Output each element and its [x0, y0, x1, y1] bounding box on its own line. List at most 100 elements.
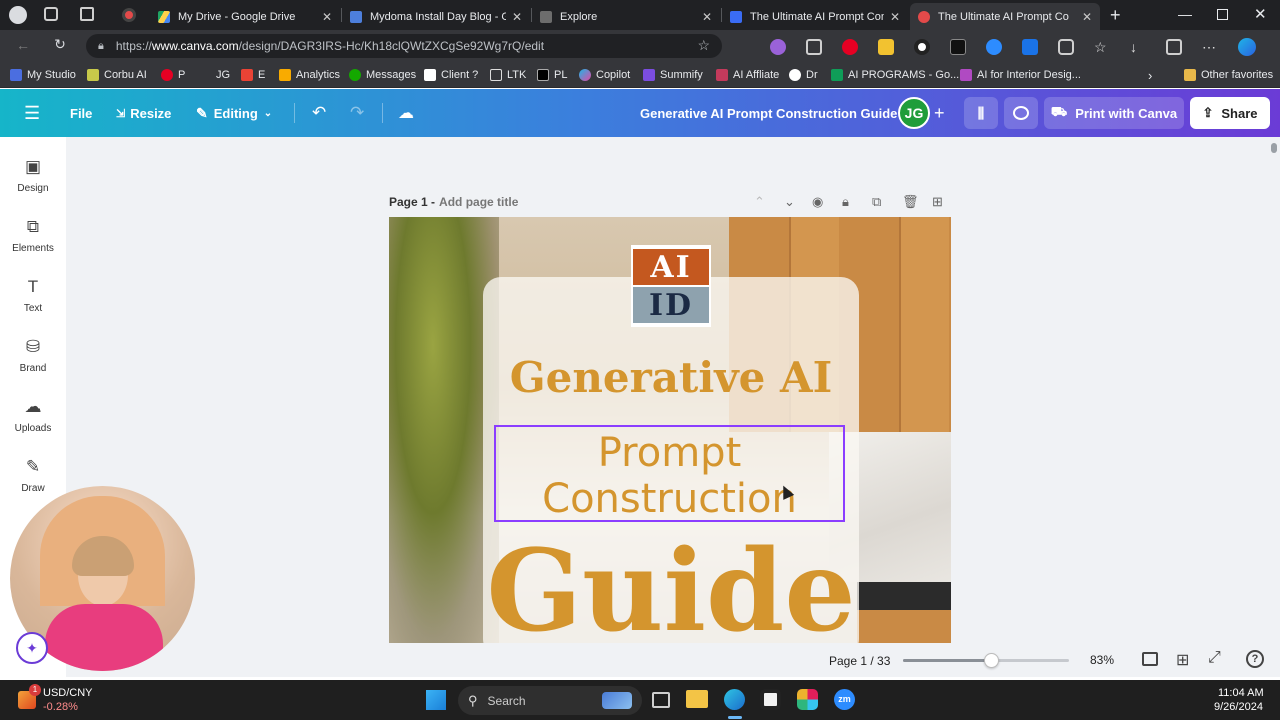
close-tab-icon[interactable]: ✕ [512, 10, 522, 24]
profile-avatar[interactable] [9, 6, 27, 24]
delete-page-icon[interactable]: 🗑︎ [902, 194, 919, 210]
extension-icon[interactable] [950, 39, 966, 55]
heading-guide[interactable]: Guide [483, 527, 859, 644]
print-with-canva-button[interactable]: ⛟ Print with Canva [1044, 97, 1184, 129]
insights-button[interactable]: ⫼ [964, 97, 998, 129]
grid-view-icon[interactable]: ⊞ [1176, 650, 1189, 670]
workspaces-icon[interactable] [44, 7, 58, 21]
document-title[interactable]: Generative AI Prompt Construction Guide [640, 101, 897, 125]
zoom-slider-thumb[interactable] [983, 653, 999, 668]
bookmarks-overflow-icon[interactable]: › [1148, 67, 1152, 83]
close-tab-icon[interactable]: ✕ [322, 10, 332, 24]
zoom-app-icon[interactable]: zm [834, 689, 855, 710]
tab-google-drive[interactable]: My Drive - Google Drive ✕ [150, 3, 340, 30]
bookmark-copilot[interactable]: Copilot [579, 67, 630, 83]
bookmark-client[interactable]: Client ? [424, 67, 478, 83]
back-icon[interactable]: ← [14, 37, 32, 53]
bookmark-pl[interactable]: PL [537, 67, 567, 83]
bookmark-e[interactable]: E [241, 67, 265, 83]
extension-icon[interactable] [914, 39, 930, 55]
bookmark-dr[interactable]: Dr [789, 67, 818, 83]
extension-icon[interactable] [806, 39, 822, 55]
close-window-icon[interactable]: ✕ [1254, 5, 1267, 23]
resize-button[interactable]: ⇲ Resize [116, 101, 171, 125]
undo-icon[interactable]: ↶ [312, 101, 326, 125]
close-tab-icon[interactable]: ✕ [702, 10, 712, 24]
bookmark-ltk[interactable]: LTK [490, 67, 526, 83]
refresh-icon[interactable]: ↻ [51, 36, 69, 53]
restore-window-icon[interactable] [1217, 9, 1228, 20]
sidebar-item-text[interactable]: T Text [0, 277, 66, 314]
magic-ai-icon[interactable]: ✦ [16, 632, 48, 664]
taskbar-search[interactable]: ⚲ Search [458, 686, 642, 715]
bookmark-summify[interactable]: Summify [643, 67, 703, 83]
bookmark-corbu-ai[interactable]: Corbu AI [87, 67, 147, 83]
screenshot-icon[interactable] [1166, 39, 1182, 55]
sidebar-item-elements[interactable]: ⧉ Elements [0, 217, 66, 254]
cloud-saved-icon[interactable]: ☁︎ [398, 101, 414, 125]
edge-browser-icon[interactable] [724, 689, 745, 710]
bookmark-p[interactable]: P [161, 67, 185, 83]
close-tab-icon[interactable]: ✕ [1082, 10, 1092, 24]
favorite-star-icon[interactable]: ☆ [697, 37, 710, 54]
design-page[interactable]: AI ID Generative AI Prompt Construction … [389, 217, 951, 643]
fullscreen-icon[interactable]: ⤢ [1208, 649, 1221, 667]
move-page-up-icon[interactable]: ⌃ [754, 194, 765, 210]
vertical-scrollbar[interactable] [1268, 137, 1280, 677]
sidebar-item-brand[interactable]: ⛁ Brand [0, 337, 66, 374]
bookmark-other-favorites[interactable]: Other favorites [1184, 67, 1273, 83]
sidebar-item-design[interactable]: ▣ Design [0, 157, 66, 194]
tab-ultimate-prompt-2[interactable]: The Ultimate AI Prompt Co ✕ [910, 3, 1100, 30]
favorites-icon[interactable]: ☆ [1094, 39, 1110, 55]
editing-mode-button[interactable]: ✎ Editing ⌄ [196, 101, 272, 125]
lock-page-icon[interactable]: 🔒︎ [842, 194, 849, 210]
extension-icon[interactable] [878, 39, 894, 55]
windows-start-icon[interactable] [426, 690, 446, 710]
hide-page-icon[interactable]: ◉ [812, 194, 823, 210]
page-title-input[interactable]: Add page title [439, 195, 518, 209]
slack-icon[interactable] [797, 689, 818, 710]
downloads-icon[interactable]: ↓ [1130, 39, 1146, 55]
help-icon[interactable]: ? [1246, 650, 1264, 668]
new-tab-icon[interactable]: + [1110, 5, 1121, 26]
tab-ultimate-prompt-1[interactable]: The Ultimate AI Prompt Constr ✕ [722, 3, 908, 30]
pinterest-icon[interactable] [842, 39, 858, 55]
bookmark-jg[interactable]: JG [216, 67, 230, 83]
sidebar-item-draw[interactable]: ✎ Draw [0, 457, 66, 494]
address-bar[interactable]: 🔒︎ https://www.canva.com/design/DAGR3IRS… [86, 34, 722, 58]
task-view-icon[interactable] [652, 692, 670, 708]
tab-blog-doc[interactable]: Mydoma Install Day Blog - Goo ✕ [342, 3, 530, 30]
bookmark-analytics[interactable]: Analytics [279, 67, 340, 83]
comments-button[interactable] [1004, 97, 1038, 129]
redo-icon[interactable]: ↷ [350, 101, 364, 125]
chatgpt-app-icon[interactable] [760, 689, 781, 710]
tab-actions-icon[interactable] [80, 7, 94, 21]
user-avatar[interactable]: JG [898, 97, 930, 129]
add-page-icon[interactable]: ⊞ [932, 194, 943, 210]
heading-generative-ai[interactable]: Generative AI [483, 353, 859, 402]
clock-date[interactable]: 9/26/2024 [1214, 701, 1263, 713]
brand-logo[interactable]: AI ID [631, 245, 711, 327]
puzzle-extensions-icon[interactable] [1058, 39, 1074, 55]
bookmark-ai-interior[interactable]: AI for Interior Desig... [960, 67, 1081, 83]
scrollbar-thumb[interactable] [1271, 143, 1277, 153]
share-button[interactable]: ⇪ Share [1190, 97, 1270, 129]
file-explorer-icon[interactable] [686, 690, 708, 708]
more-menu-icon[interactable]: ⋯ [1202, 39, 1218, 55]
bookmark-ai-programs[interactable]: AI PROGRAMS - Go... [831, 67, 959, 83]
extension-icon[interactable] [1022, 39, 1038, 55]
bookmark-ai-affiliate[interactable]: AI Affliate [716, 67, 779, 83]
bookmark-messages[interactable]: Messages [349, 67, 416, 83]
minimize-window-icon[interactable]: — [1178, 6, 1192, 22]
clock-time[interactable]: 11:04 AM [1218, 687, 1264, 699]
bookmark-my-studio[interactable]: My Studio [10, 67, 76, 83]
tab-explore[interactable]: Explore ✕ [532, 3, 720, 30]
stock-ticker-widget[interactable]: 1 USD/CNY -0.28% [14, 684, 104, 714]
copilot-icon[interactable] [1238, 38, 1256, 56]
notes-view-icon[interactable] [1142, 652, 1158, 666]
file-menu-button[interactable]: File [70, 101, 92, 125]
add-collaborator-icon[interactable]: + [934, 101, 945, 125]
extension-icon[interactable] [770, 39, 786, 55]
zoom-level[interactable]: 83% [1090, 653, 1114, 667]
close-tab-icon[interactable]: ✕ [890, 10, 900, 24]
